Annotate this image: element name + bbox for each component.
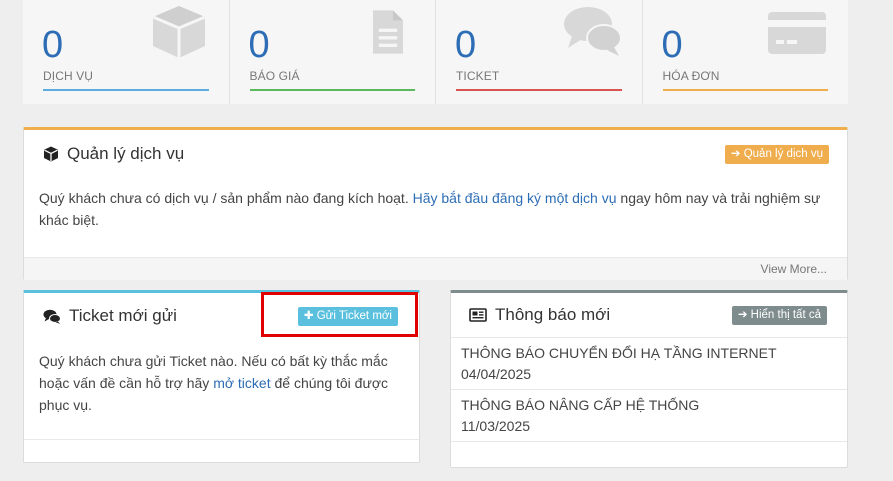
announcement-date: 11/03/2025 [461, 418, 531, 434]
document-icon [373, 10, 403, 54]
start-order-link[interactable]: Hãy bắt đầu đăng ký một dịch vụ [413, 190, 617, 206]
stat-label: HÓA ĐƠN [662, 69, 720, 83]
panel-footer: View More... [24, 257, 847, 280]
panel-title-text: Quản lý dịch vụ [67, 144, 185, 163]
announcement-date: 04/04/2025 [461, 366, 532, 382]
manage-services-button[interactable]: ➔ Quản lý dịch vụ [724, 144, 829, 164]
announcement-title: THÔNG BÁO NÂNG CẤP HỆ THỐNG [461, 397, 700, 413]
list-item[interactable]: THÔNG BÁO NÂNG CẤP HỆ THỐNG 11/03/2025 [451, 390, 847, 442]
body-text: Quý khách chưa có dịch vụ / sản phẩm nào… [39, 190, 413, 206]
panel-title: Quản lý dịch vụ [43, 144, 184, 164]
stat-underline [456, 89, 622, 91]
stat-tile-quotes[interactable]: 0 BÁO GIÁ [230, 0, 436, 104]
open-new-ticket-button[interactable]: ✚ Gửi Ticket mới [297, 306, 398, 326]
credit-card-icon [768, 12, 826, 54]
stat-underline [43, 89, 209, 91]
cube-icon [44, 146, 58, 162]
stat-value: 0 [455, 24, 477, 66]
stat-underline [249, 89, 415, 91]
list-item[interactable]: THÔNG BÁO CHUYỂN ĐỔI HẠ TẦNG INTERNET 04… [451, 338, 847, 390]
comments-icon [563, 7, 622, 56]
view-more-link[interactable]: View More... [761, 262, 827, 276]
panel-body: Quý khách chưa gửi Ticket nào. Nếu có bấ… [24, 339, 419, 440]
panel-title-text: Ticket mới gửi [69, 306, 177, 325]
open-ticket-link[interactable]: mở ticket [213, 375, 270, 391]
stat-underline [662, 89, 828, 91]
panel-title: Ticket mới gửi [43, 306, 177, 326]
panel-header: Ticket mới gửi ✚ Gửi Ticket mới [24, 293, 419, 339]
stat-tile-invoices[interactable]: 0 HÓA ĐƠN [643, 0, 849, 104]
stat-value: 0 [661, 24, 683, 66]
stat-tile-services[interactable]: 0 DỊCH VỤ [23, 0, 230, 104]
panel-header: Thông báo mới ➔ Hiển thị tất cả [451, 293, 847, 338]
stat-value: 0 [248, 24, 270, 66]
box-icon [151, 6, 206, 58]
panel-title-text: Thông báo mới [495, 305, 611, 324]
view-all-announcements-button[interactable]: ➔ Hiển thị tất cả [731, 305, 827, 325]
stat-tile-tickets[interactable]: 0 TICKET [436, 0, 643, 104]
newspaper-icon [469, 308, 487, 322]
stat-label: TICKET [456, 69, 500, 83]
panel-title: Thông báo mới [469, 305, 610, 325]
stat-label: BÁO GIÁ [249, 69, 300, 83]
services-panel: Quản lý dịch vụ ➔ Quản lý dịch vụ Quý kh… [23, 127, 848, 280]
comments-icon [43, 309, 61, 324]
announcement-title: THÔNG BÁO CHUYỂN ĐỔI HẠ TẦNG INTERNET [461, 345, 777, 361]
panel-body: Quý khách chưa có dịch vụ / sản phẩm nào… [24, 178, 847, 257]
announcements-panel: Thông báo mới ➔ Hiển thị tất cả THÔNG BÁ… [450, 290, 848, 468]
stat-label: DỊCH VỤ [43, 69, 94, 83]
panel-header: Quản lý dịch vụ ➔ Quản lý dịch vụ [24, 130, 847, 178]
stats-row: 0 DỊCH VỤ 0 BÁO GIÁ 0 TICKET 0 HÓA ĐƠN [23, 0, 848, 104]
stat-value: 0 [42, 24, 64, 66]
tickets-panel: Ticket mới gửi ✚ Gửi Ticket mới Quý khác… [23, 290, 420, 463]
